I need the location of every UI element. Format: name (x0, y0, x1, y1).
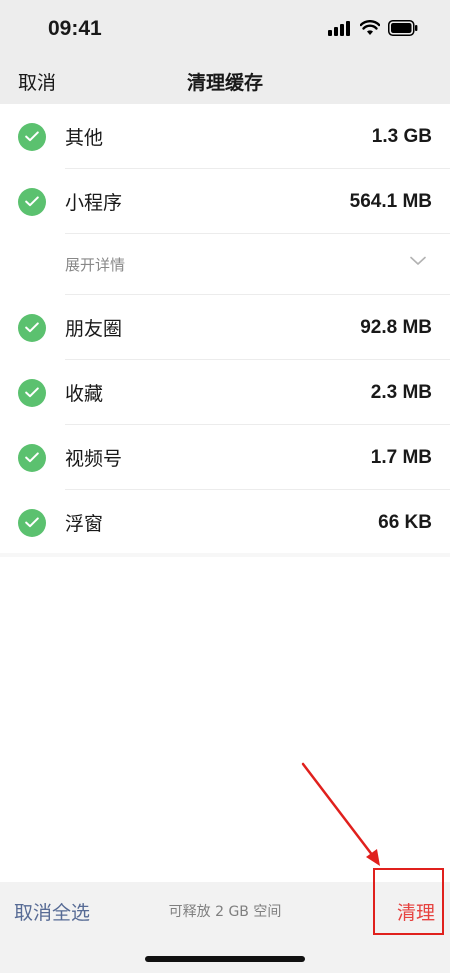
item-label: 浮窗 (65, 513, 104, 535)
nav-bar: 取消 清理缓存 (0, 58, 450, 104)
item-size: 564.1 MB (349, 190, 432, 212)
check-circle-icon[interactable] (18, 122, 46, 151)
expand-details-row[interactable]: 展开详情 (0, 234, 450, 295)
status-time: 09:41 (48, 17, 102, 40)
cellular-signal-icon (328, 21, 350, 36)
expand-details-label: 展开详情 (65, 256, 126, 274)
home-indicator (145, 956, 305, 962)
check-circle-icon[interactable] (18, 313, 46, 342)
item-size: 1.7 MB (370, 446, 432, 468)
check-circle-icon[interactable] (18, 508, 46, 537)
item-label: 视频号 (65, 448, 123, 470)
battery-icon (388, 20, 418, 36)
item-size: 66 KB (378, 511, 432, 533)
item-label: 其他 (65, 127, 104, 149)
list-item[interactable]: 其他 1.3 GB (0, 104, 450, 169)
list-item[interactable]: 浮窗 66 KB (0, 490, 450, 555)
item-size: 1.3 GB (371, 125, 432, 147)
page-title: 清理缓存 (186, 72, 263, 94)
wifi-icon (360, 20, 380, 35)
item-size: 2.3 MB (370, 381, 432, 403)
status-bar: 09:41 (0, 0, 450, 58)
list-item[interactable]: 视频号 1.7 MB (0, 425, 450, 490)
item-size: 92.8 MB (360, 316, 432, 338)
cache-list: 其他 1.3 GB 小程序 564.1 MB 展开详情 朋友圈 92.8 MB … (0, 104, 450, 555)
check-circle-icon[interactable] (18, 187, 46, 216)
list-item[interactable]: 朋友圈 92.8 MB (0, 295, 450, 360)
item-label: 收藏 (65, 383, 104, 405)
list-item[interactable]: 收藏 2.3 MB (0, 360, 450, 425)
annotation-highlight-box (373, 868, 444, 935)
list-bottom-divider (0, 553, 450, 557)
check-circle-icon[interactable] (18, 443, 46, 472)
list-item[interactable]: 小程序 564.1 MB (0, 169, 450, 234)
item-label: 朋友圈 (65, 318, 123, 340)
item-label: 小程序 (65, 192, 123, 214)
chevron-down-icon (410, 256, 426, 265)
check-circle-icon[interactable] (18, 378, 46, 407)
status-icons (328, 20, 418, 36)
